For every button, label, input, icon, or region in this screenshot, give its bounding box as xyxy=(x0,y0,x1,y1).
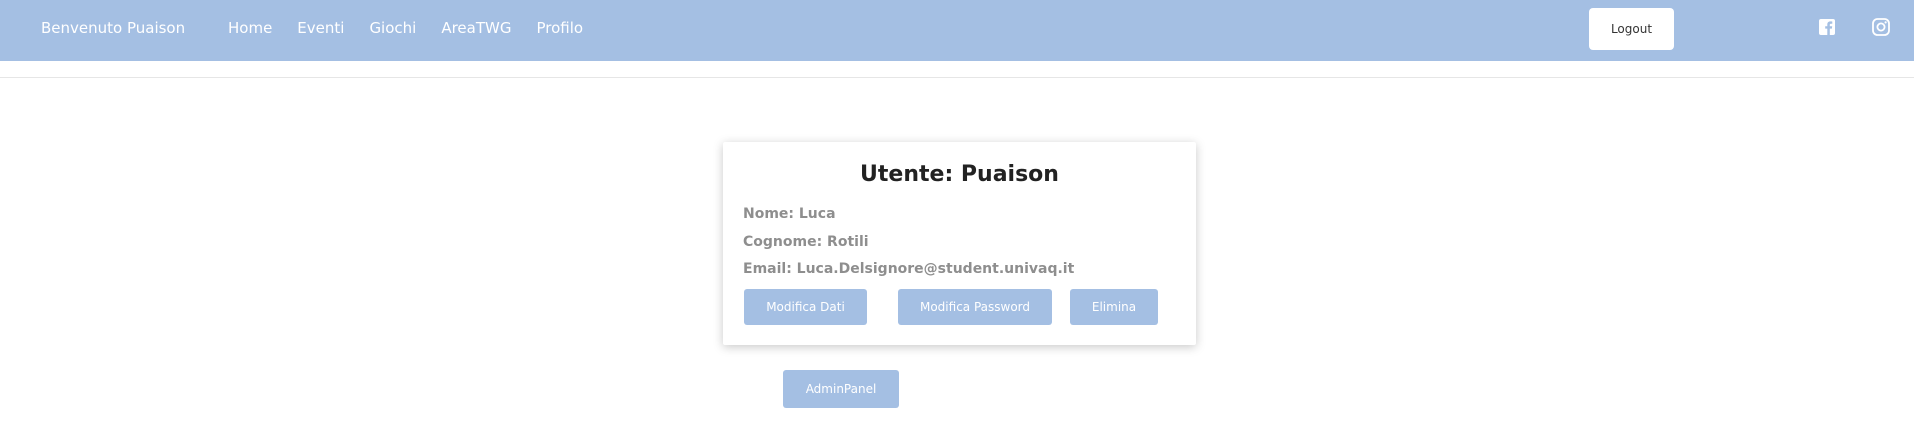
logout-button[interactable]: Logout xyxy=(1589,8,1674,50)
user-title: Utente: Puaison xyxy=(860,162,1059,187)
instagram-icon[interactable] xyxy=(1871,17,1891,37)
welcome-brand: Benvenuto Puaison xyxy=(41,19,186,37)
nav-giochi[interactable]: Giochi xyxy=(369,19,416,37)
nav-home[interactable]: Home xyxy=(228,19,272,37)
edit-data-button[interactable]: Modifica Dati xyxy=(744,289,867,325)
top-navbar: Benvenuto Puaison Home Eventi Giochi Are… xyxy=(0,0,1914,61)
facebook-icon[interactable] xyxy=(1817,17,1837,37)
divider xyxy=(0,77,1914,78)
delete-button[interactable]: Elimina xyxy=(1070,289,1158,325)
edit-password-button[interactable]: Modifica Password xyxy=(898,289,1052,325)
main-nav: Home Eventi Giochi AreaTWG Profilo xyxy=(228,19,608,37)
nome-text: Nome: Luca xyxy=(743,206,836,222)
admin-panel-button[interactable]: AdminPanel xyxy=(783,370,899,408)
nav-profilo[interactable]: Profilo xyxy=(536,19,583,37)
profile-card: Utente: Puaison Nome: Luca Cognome: Roti… xyxy=(723,142,1196,345)
email-text: Email: Luca.Delsignore@student.univaq.it xyxy=(743,261,1075,277)
cognome-text: Cognome: Rotili xyxy=(743,234,869,250)
nav-eventi[interactable]: Eventi xyxy=(297,19,344,37)
nav-areatwg[interactable]: AreaTWG xyxy=(441,19,511,37)
